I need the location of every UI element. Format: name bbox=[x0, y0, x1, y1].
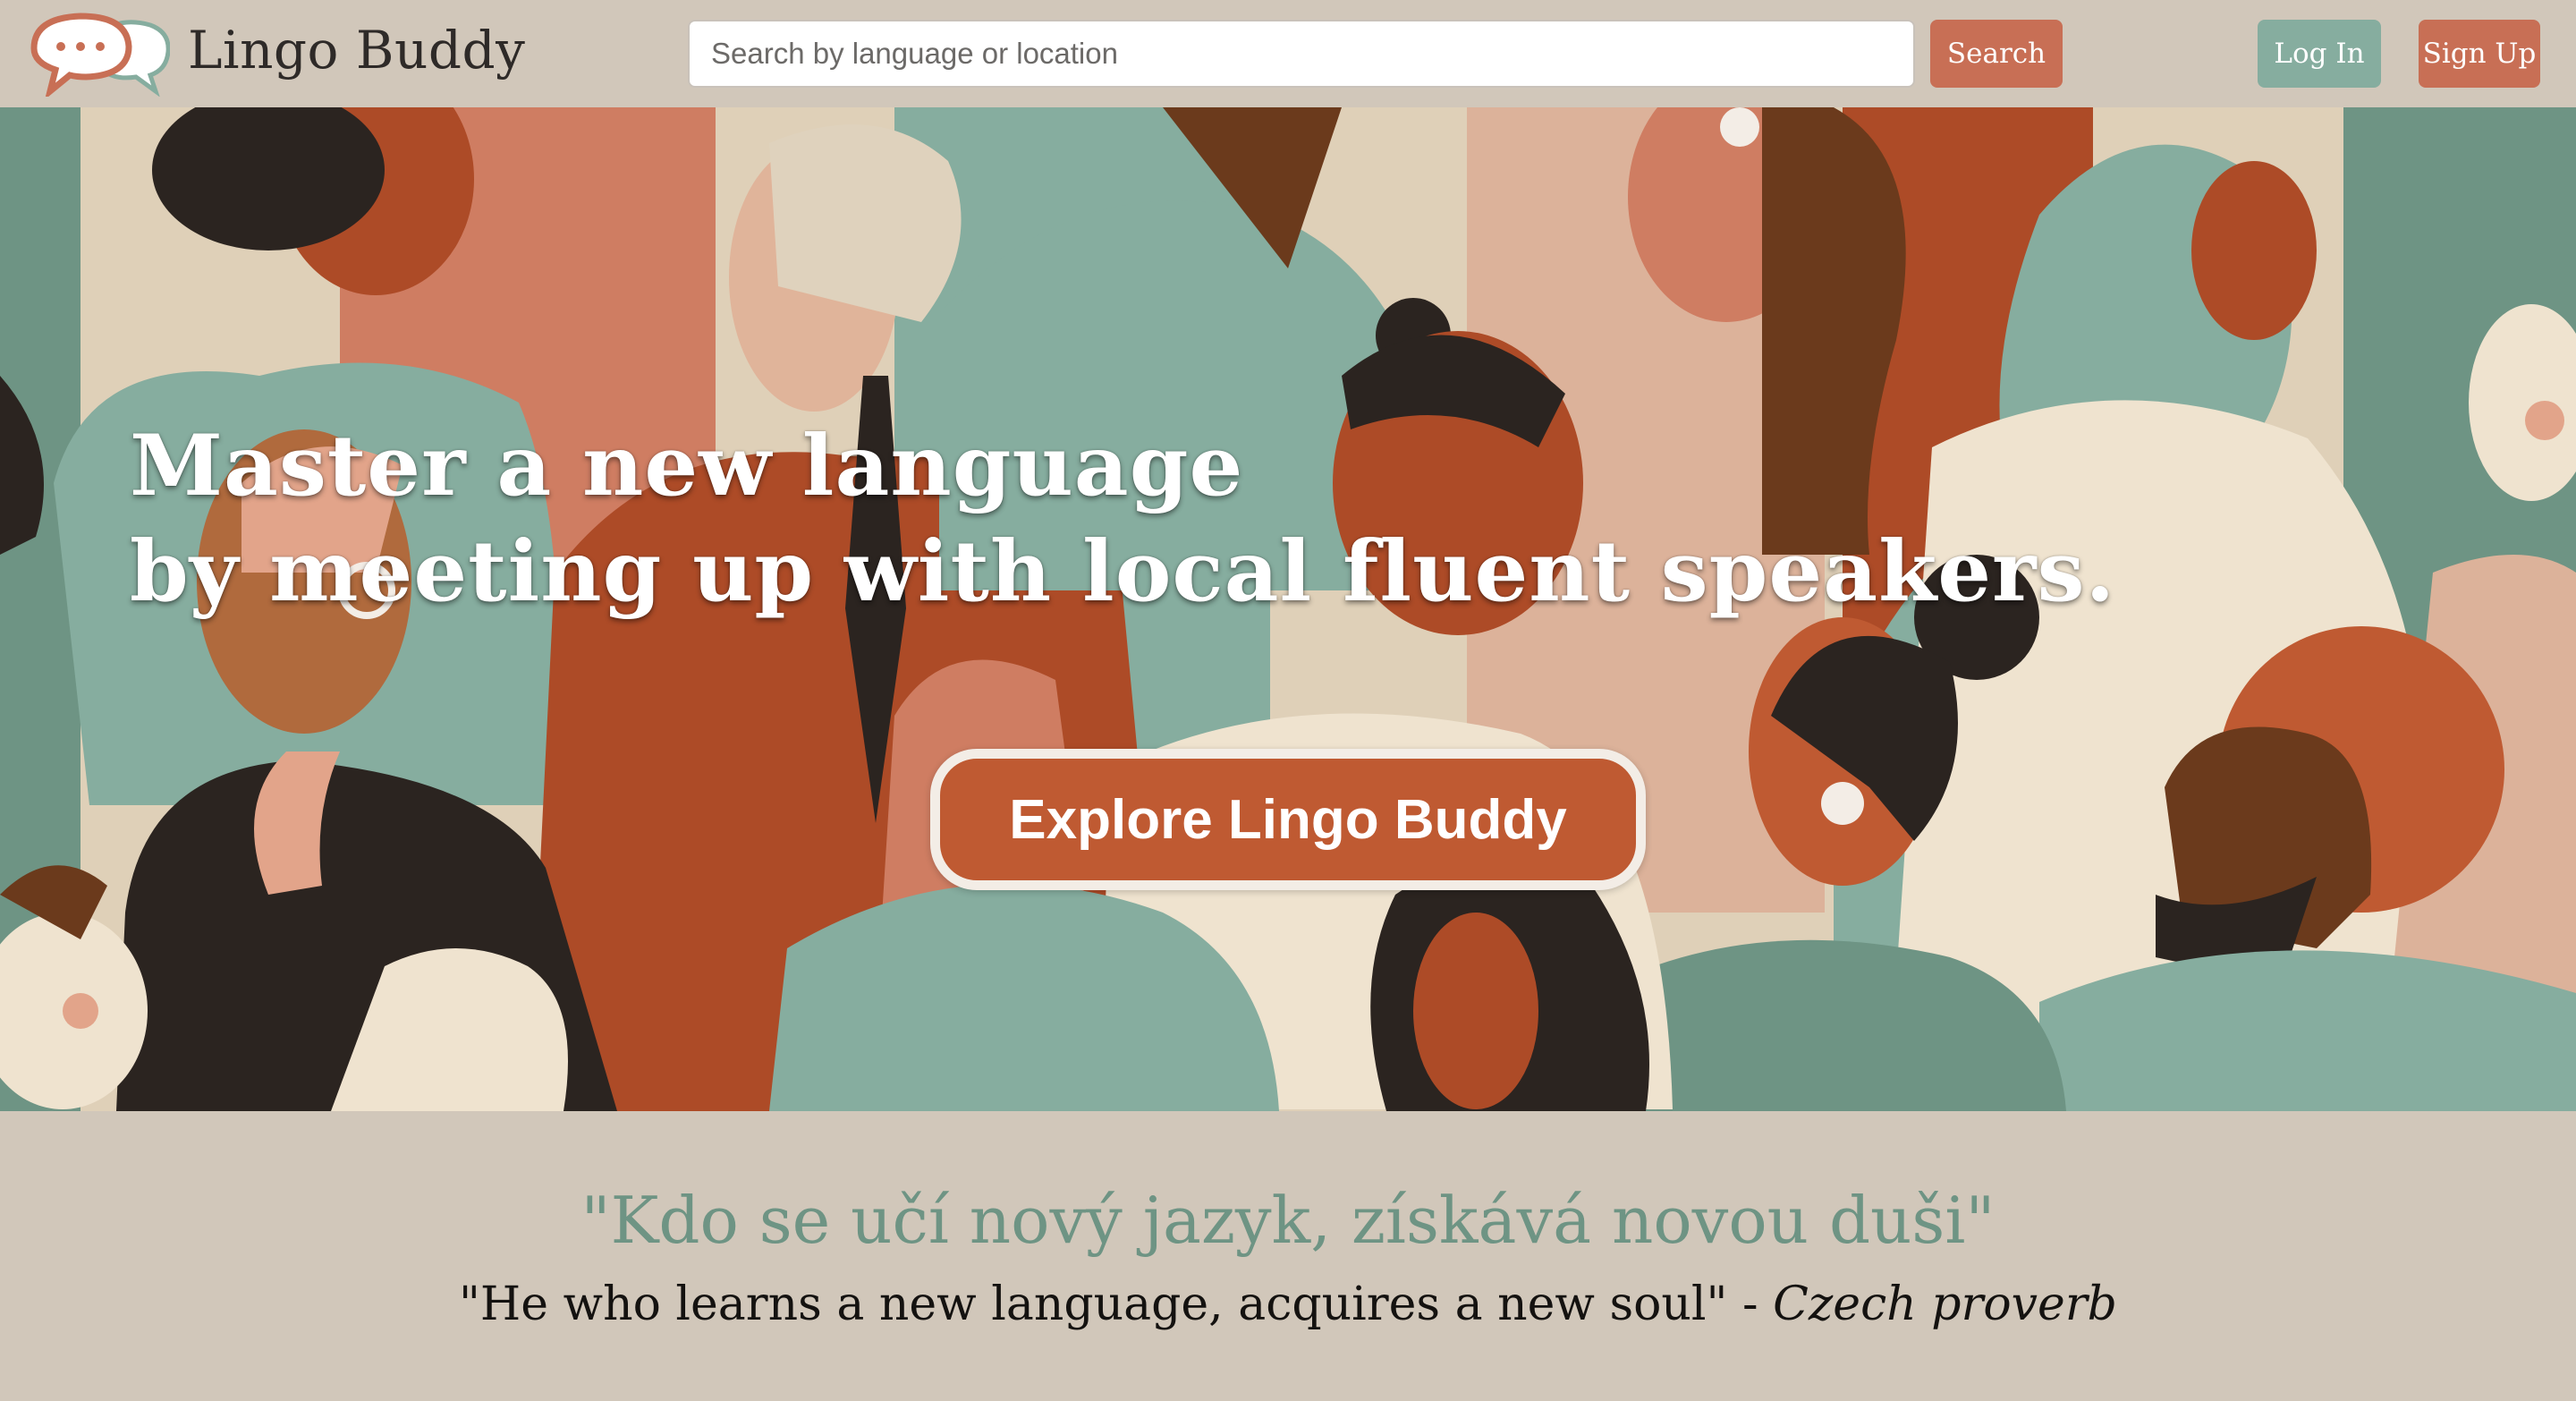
navbar: Lingo Buddy Search Log In Sign Up bbox=[0, 0, 2576, 107]
quote-attribution: Czech proverb bbox=[1773, 1278, 2117, 1331]
speech-bubbles-icon[interactable] bbox=[27, 11, 170, 97]
search-input[interactable] bbox=[688, 20, 1915, 88]
quote-separator: - bbox=[1727, 1278, 1774, 1331]
quote-translation: "He who learns a new language, acquires … bbox=[459, 1278, 1728, 1331]
brand-name[interactable]: Lingo Buddy bbox=[188, 20, 525, 81]
login-button[interactable]: Log In bbox=[2258, 20, 2381, 88]
search-button[interactable]: Search bbox=[1930, 20, 2063, 88]
quote-section: "Kdo se učí nový jazyk, získává novou du… bbox=[0, 1111, 2576, 1401]
hero-section: Master a new language by meeting up with… bbox=[0, 107, 2576, 1111]
hero-headline: Master a new language by meeting up with… bbox=[130, 413, 2115, 624]
quote-original: "Kdo se učí nový jazyk, získává novou du… bbox=[580, 1183, 1996, 1258]
hero-headline-line2: by meeting up with local fluent speakers… bbox=[130, 522, 2116, 621]
explore-button[interactable]: Explore Lingo Buddy bbox=[930, 749, 1646, 890]
quote-translation-line: "He who learns a new language, acquires … bbox=[0, 1278, 2576, 1331]
hero-headline-line1: Master a new language bbox=[130, 417, 1244, 515]
signup-button[interactable]: Sign Up bbox=[2419, 20, 2540, 88]
